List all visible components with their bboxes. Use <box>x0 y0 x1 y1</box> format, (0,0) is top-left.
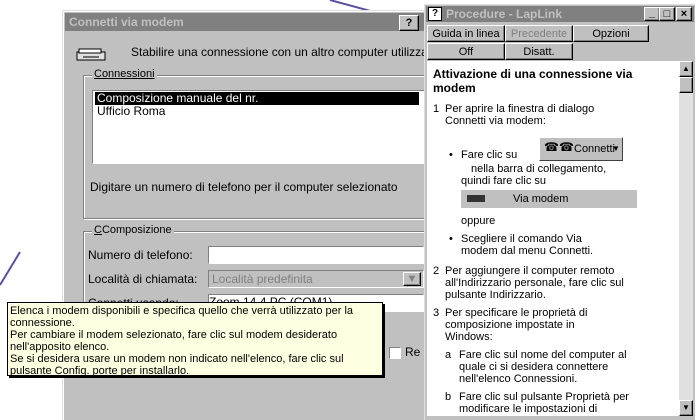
connections-group: Connessioni Composizione manuale del nr.… <box>83 68 428 219</box>
bullet-text: Fare clic su <box>461 149 518 161</box>
help-window: ? Procedure - LapLink _ □ × Guida in lin… <box>424 4 695 420</box>
connections-list[interactable]: Composizione manuale del nr. Ufficio Rom… <box>92 90 428 164</box>
list-item[interactable]: Ufficio Roma <box>95 105 165 118</box>
help-heading: Attivazione di una connessione via modem <box>433 67 633 95</box>
modem-icon <box>76 48 106 61</box>
bullet-text: Scegliere il comando Via modem dal menu … <box>461 233 594 257</box>
help-button[interactable]: ? <box>399 15 419 31</box>
scroll-down-button[interactable]: ▼ <box>679 400 693 416</box>
help-title-bar[interactable]: ? Procedure - LapLink _ □ × <box>426 6 694 22</box>
sub-step-letter: a <box>445 349 452 361</box>
scroll-up-button[interactable]: ▲ <box>679 61 693 77</box>
disable-button[interactable]: Disatt. <box>505 43 573 60</box>
off-button[interactable]: Off <box>427 43 505 60</box>
checkbox-label: Re <box>405 345 421 359</box>
bullet-icon: • <box>449 149 453 161</box>
tooltip: Elenca i modem disponibili e specifica q… <box>7 302 383 376</box>
options-button[interactable]: Opzioni <box>573 25 649 42</box>
step-number: 2 <box>433 265 440 277</box>
tooltip-line: Elenca i modem disponibili e specifica q… <box>10 305 354 329</box>
tooltip-line: Se si desidera usare un modem non indica… <box>10 353 344 376</box>
maximize-button[interactable]: □ <box>659 7 675 21</box>
chevron-down-icon[interactable]: ▼ <box>403 272 421 286</box>
dialing-group: CComposizione Numero di telefono: Locali… <box>83 224 427 312</box>
chevron-down-icon: ▼ <box>612 144 620 153</box>
location-label: Località di chiamata: <box>88 272 198 286</box>
help-online-button[interactable]: Guida in linea <box>427 25 505 42</box>
phone-input[interactable] <box>208 246 424 264</box>
phone-icon: ☎☎ <box>544 140 574 154</box>
previous-button[interactable]: Precedente <box>505 25 573 42</box>
or-text: oppure <box>461 215 496 227</box>
connection-hint: Digitare un numero di telefono per il co… <box>90 180 398 194</box>
dialing-group-label: CComposizione <box>92 224 174 236</box>
minimize-button[interactable]: _ <box>644 7 660 21</box>
vertical-scrollbar[interactable]: ▲ ▼ <box>679 61 693 416</box>
step-number: 3 <box>433 307 440 319</box>
tooltip-line: Per cambiare il modem selezionato, fare … <box>10 329 338 353</box>
help-content: Attivazione di una connessione via modem… <box>427 61 679 416</box>
step-number: 1 <box>433 103 440 115</box>
connect-toolbar-button[interactable]: ☎☎ Connetti ▼ <box>539 137 623 161</box>
via-modem-button[interactable]: Via modem <box>461 190 637 208</box>
via-modem-label: Via modem <box>513 193 569 205</box>
step-text: Per aggiungere il computer remoto all'In… <box>445 265 624 301</box>
sub-step-text: Fare clic sul pulsante Proprietà per mod… <box>459 391 629 415</box>
connect-toolbar-label: Connetti <box>574 143 615 155</box>
dialog-title-bar[interactable]: Connetti via modem ? <box>65 13 427 31</box>
connections-group-label: Connessioni <box>92 68 157 80</box>
close-button[interactable]: × <box>676 7 692 21</box>
location-select[interactable]: Località predefinita ▼ <box>208 270 424 288</box>
scroll-thumb[interactable] <box>679 77 693 93</box>
help-app-icon: ? <box>428 7 442 21</box>
step-text: Per specificare le proprietà di composiz… <box>445 307 588 343</box>
step-text: Per aprire la finestra di dialogo Connet… <box>445 103 595 127</box>
bullet-icon: • <box>449 233 453 245</box>
help-title: Procedure - LapLink <box>446 7 563 21</box>
dialog-description: Stabilire una connessione con un altro c… <box>131 45 428 59</box>
phone-label: Numero di telefono: <box>88 248 193 262</box>
sub-step-text: Fare clic sul nome del computer al quale… <box>459 349 627 385</box>
bullet-text: nella barra di collegamento, quindi fare… <box>461 163 607 187</box>
modem-icon <box>467 195 485 202</box>
checkbox[interactable] <box>389 347 401 359</box>
location-value: Località predefinita <box>212 272 313 286</box>
dialog-title: Connetti via modem <box>69 15 184 29</box>
sub-step-letter: b <box>445 391 452 403</box>
